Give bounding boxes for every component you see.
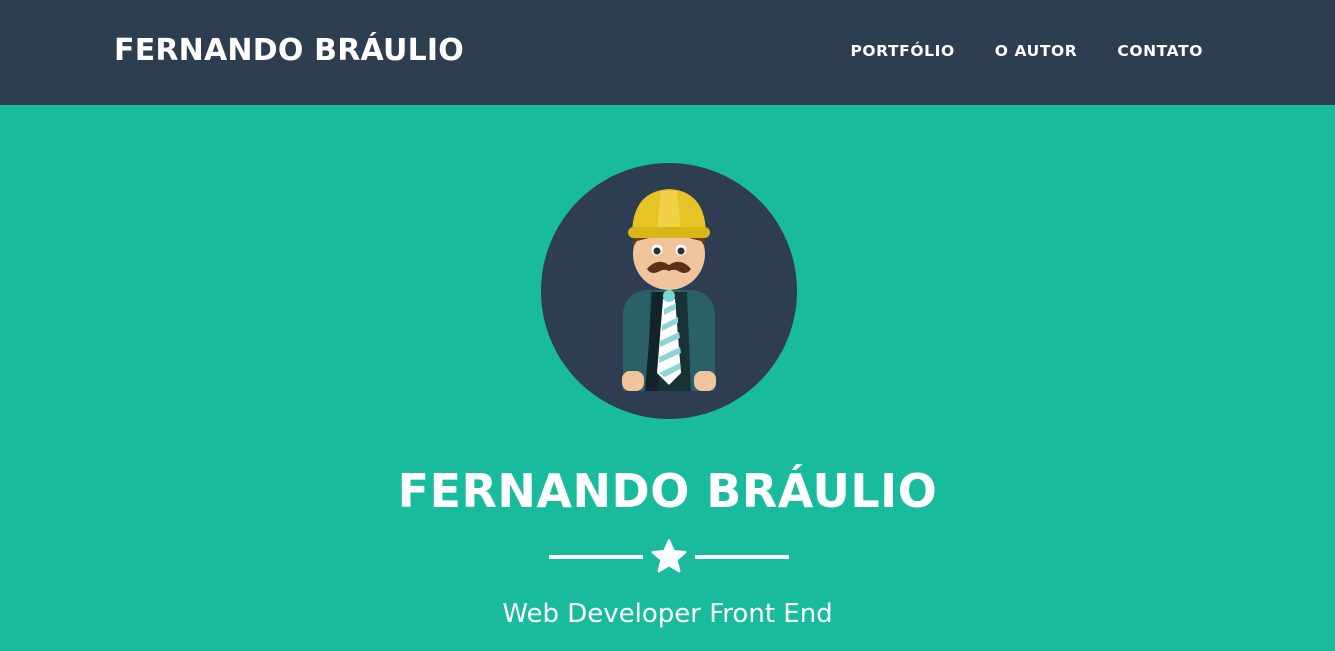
star-divider	[549, 539, 789, 575]
nav-link-portfolio[interactable]: PORTFÓLIO	[850, 40, 954, 62]
hero-section: FERNANDO BRÁULIO Web Developer Front End	[0, 105, 1335, 651]
hero-title: FERNANDO BRÁULIO	[397, 464, 938, 518]
star-icon	[651, 539, 687, 573]
nav-link-contato[interactable]: CONTATO	[1117, 40, 1203, 62]
main-nav: PORTFÓLIO O AUTOR CONTATO	[810, 40, 1203, 62]
hero-subtitle: Web Developer Front End	[502, 599, 833, 629]
brand-link[interactable]: FERNANDO BRÁULIO	[114, 31, 464, 71]
navbar: FERNANDO BRÁULIO PORTFÓLIO O AUTOR CONTA…	[0, 0, 1335, 105]
developer-avatar-icon	[541, 163, 797, 419]
divider-line-left	[549, 555, 643, 559]
divider-line-right	[695, 555, 789, 559]
nav-link-o-autor[interactable]: O AUTOR	[995, 40, 1078, 62]
